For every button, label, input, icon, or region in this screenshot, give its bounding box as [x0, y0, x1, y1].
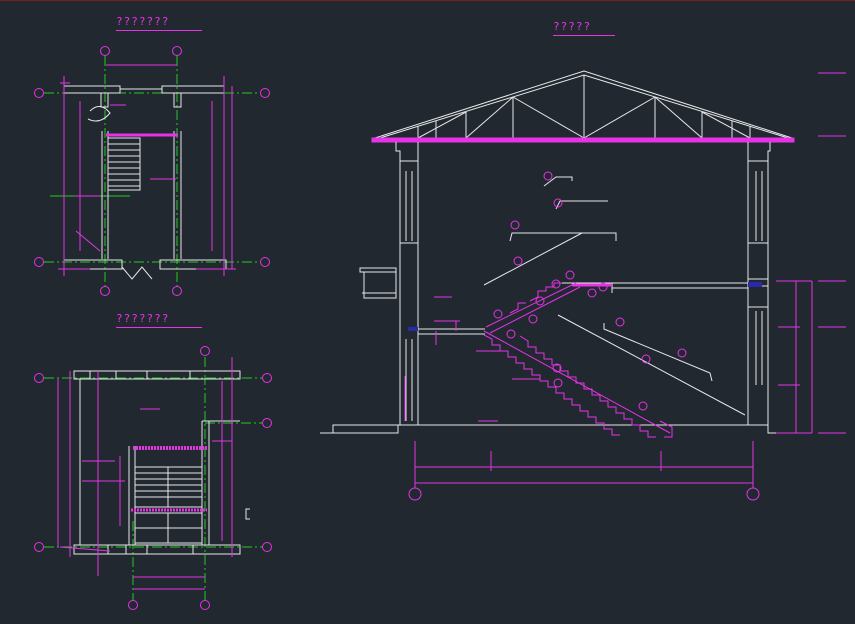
- section-main-stair: [483, 282, 673, 438]
- section-mark: [245, 508, 250, 520]
- lower-plan-stair-treads: [134, 466, 203, 544]
- upper-plan-annotations: [58, 64, 236, 276]
- section-callouts: [408, 171, 760, 501]
- roof-beam: [371, 137, 795, 143]
- lower-plan: [34, 346, 272, 610]
- upper-plan-axis-bubbles: [34, 46, 270, 296]
- cad-svg: [34, 46, 846, 610]
- roof-truss: [374, 70, 793, 139]
- upper-plan-axis-lines: [44, 56, 260, 286]
- lower-plan-walls: [73, 370, 241, 555]
- upper-plan-stair-treads: [87, 106, 153, 280]
- section-view: [320, 70, 846, 501]
- cad-drawing-canvas[interactable]: ??????? ??????? ?????: [0, 0, 855, 623]
- section-markers: [408, 282, 762, 331]
- upper-plan: [34, 46, 270, 296]
